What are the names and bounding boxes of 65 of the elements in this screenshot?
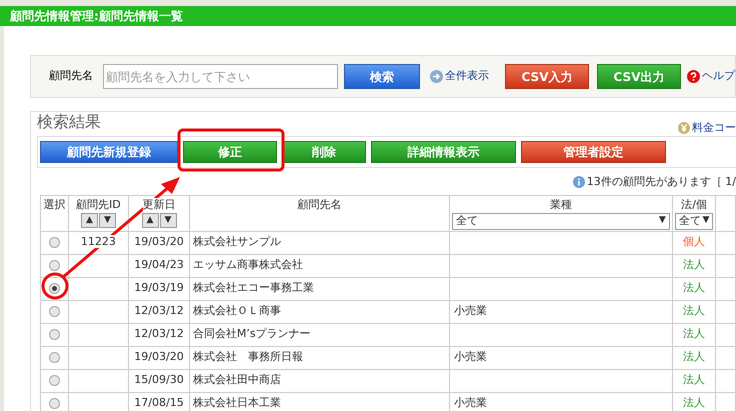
table-cell: 19/03/19	[134, 281, 184, 294]
sort-button[interactable]: ▼	[98, 212, 116, 228]
help-icon	[687, 70, 700, 83]
table-cell: 12/03/12	[134, 304, 184, 318]
radio-button[interactable]	[48, 374, 60, 386]
radio-button[interactable]	[48, 306, 60, 317]
column-header: 法/個	[681, 198, 707, 212]
radio-button[interactable]	[48, 236, 60, 248]
table-cell: 小売業	[454, 304, 487, 318]
table-cell: 株式会社ＯＬ商事	[192, 304, 281, 318]
radio-button[interactable]	[48, 352, 60, 363]
radio-button[interactable]	[48, 398, 60, 409]
column-header: 更新日	[142, 198, 176, 212]
table-cell: 12/03/12	[134, 327, 184, 340]
search-button[interactable]: 検索	[344, 64, 420, 89]
window-title: 顧問先情報管理:顧問先情報一覧	[0, 6, 736, 26]
sort-button[interactable]: ▲	[80, 212, 98, 228]
table-cell: エッサム商事株式会社	[192, 258, 303, 272]
filter-dropdown[interactable]: 全て▼	[674, 212, 714, 230]
table-cell: 法人	[683, 304, 706, 318]
radio-button[interactable]	[48, 282, 60, 294]
radio-button[interactable]	[48, 260, 60, 271]
help-link[interactable]: ヘルプ	[702, 68, 735, 85]
table-cell: 法人	[683, 327, 706, 340]
column-header: 選択	[43, 198, 66, 212]
table-cell: 法人	[683, 258, 706, 272]
sort-button[interactable]: ▲	[142, 212, 158, 228]
search-field[interactable]: 顧問先名を入力して下さい	[103, 64, 338, 89]
table-cell: 法人	[683, 281, 706, 294]
table-cell: 19/03/20	[134, 350, 184, 364]
column-header: 顧問先名	[297, 198, 342, 212]
table-cell: 個人	[683, 235, 706, 248]
table-cell: 株式会社サンプル	[192, 235, 281, 248]
table-cell: 19/04/23	[134, 258, 184, 272]
search-label: 顧問先名	[49, 68, 93, 84]
info-icon	[572, 176, 585, 188]
table-cell: 15/09/30	[134, 373, 184, 386]
table-cell: 19/03/20	[134, 235, 184, 248]
fee-link[interactable]: 料金コー	[692, 120, 736, 136]
table-cell: 株式会社田中商店	[192, 373, 281, 386]
column-header: 業種	[550, 198, 572, 212]
show-all-link[interactable]: 全件表示	[445, 68, 489, 85]
sort-button[interactable]: ▼	[160, 212, 176, 228]
table-cell: 11223	[80, 235, 116, 248]
arrow-circle-icon	[430, 70, 443, 83]
column-header: 顧問先ID	[76, 198, 121, 212]
result-count: 13件の顧問先があります［ 1/	[586, 174, 736, 190]
radio-button[interactable]	[48, 328, 60, 340]
section-title: 検索結果	[37, 112, 101, 132]
table-cell: 合同会社M’sプランナー	[192, 327, 311, 340]
table-cell: 株式会社日本工業	[192, 396, 281, 410]
csv-button[interactable]: CSV入力	[505, 64, 589, 89]
table-cell: 17/08/15	[134, 396, 184, 410]
table-cell: 株式会社エコー事務工業	[192, 281, 314, 294]
coin-icon	[678, 122, 690, 134]
action-button[interactable]: 管理者設定	[521, 141, 666, 163]
table-cell: 小売業	[454, 350, 487, 364]
table-cell: 法人	[683, 373, 706, 386]
table-cell: 株式会社 事務所日報	[192, 350, 303, 364]
table-cell: 小売業	[454, 396, 487, 410]
filter-dropdown[interactable]: 全て ▼	[452, 212, 670, 230]
highlight-circle	[42, 272, 68, 300]
action-button[interactable]: 顧問先新規登録	[40, 141, 178, 163]
table-cell: 法人	[683, 350, 706, 364]
table-cell: 法人	[683, 396, 706, 410]
